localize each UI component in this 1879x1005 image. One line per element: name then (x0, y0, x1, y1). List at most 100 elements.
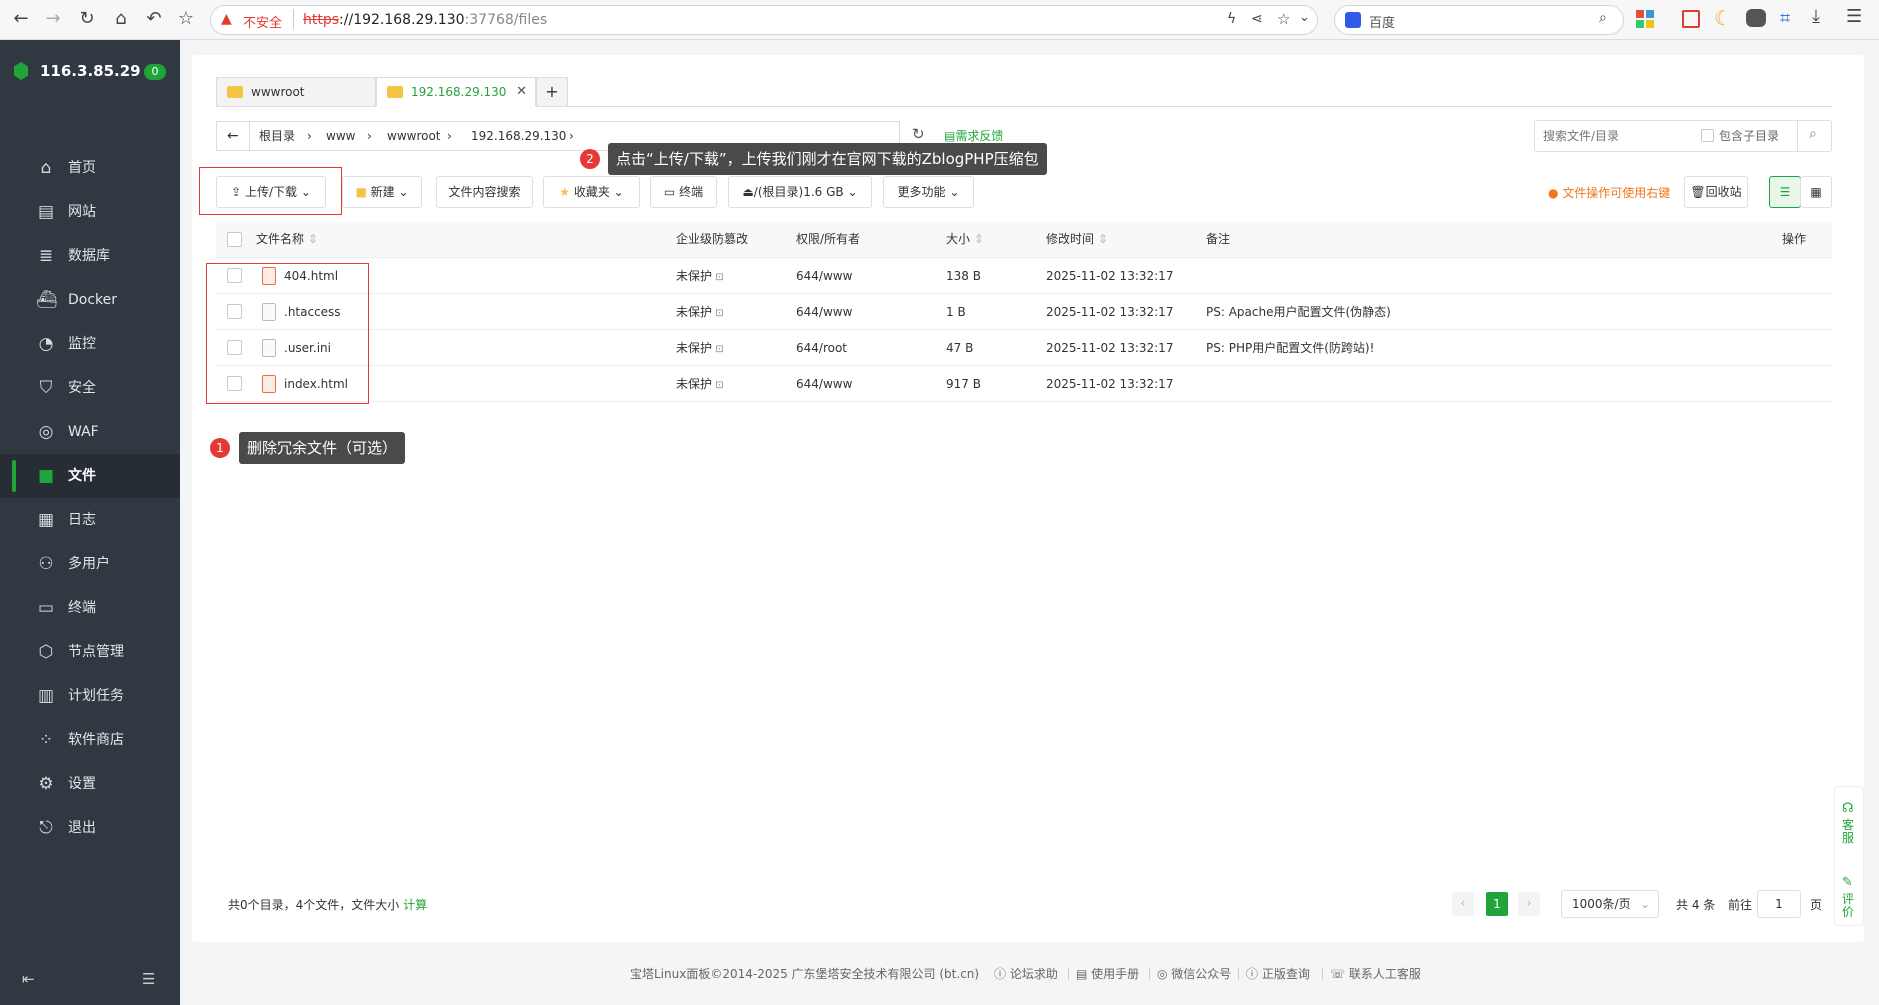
sidebar-item-5[interactable]: ◔ 监控 (0, 322, 180, 366)
header-mtime[interactable]: 修改时间 ⇕ (1046, 229, 1108, 249)
sidebar-item-14[interactable]: ⁘ 软件商店 (0, 718, 180, 762)
crumb-wwwroot[interactable]: wwwroot (387, 122, 441, 150)
crumb-root[interactable]: 根目录 (259, 122, 295, 150)
footer-link[interactable]: ☏ 联系人工客服 (1330, 965, 1421, 982)
recycle-bin-button[interactable]: 🗑回收站 (1684, 176, 1748, 208)
new-folder-icon: ■ (355, 185, 371, 199)
sidebar-item-1[interactable]: ⌂ 首页 (0, 146, 180, 190)
sidebar-item-11[interactable]: ▭ 终端 (0, 586, 180, 630)
flash-icon[interactable]: ϟ (1227, 11, 1236, 27)
footer-link[interactable]: ⓘ 正版查询 (1246, 965, 1310, 982)
reload-icon[interactable]: ↻ (76, 8, 98, 30)
wechat-icon: ◎ (1157, 967, 1172, 981)
back-arrow-icon[interactable]: ← (227, 122, 239, 150)
feedback-link[interactable]: ▤需求反馈 (944, 127, 1003, 144)
undo-close-icon[interactable]: ↶ (143, 8, 165, 30)
file-note[interactable]: PS: PHP用户配置文件(防跨站)! (1206, 330, 1374, 366)
sidebar-item-2[interactable]: ▤ 网站 (0, 190, 180, 234)
share-icon[interactable]: ⋖ (1251, 11, 1263, 27)
terminal-button[interactable]: ▭ 终端 (650, 176, 717, 208)
protect-status[interactable]: 未保护 ⊡ (676, 294, 724, 330)
sidebar-item-6[interactable]: ⛉ 安全 (0, 366, 180, 410)
prev-page-icon[interactable]: ‹ (1452, 892, 1474, 916)
calc-size-link[interactable]: 计算 (403, 898, 427, 912)
protect-status[interactable]: 未保护 ⊡ (676, 258, 724, 294)
crumb-current[interactable]: 192.168.29.130 (471, 122, 566, 150)
table-row[interactable]: .htaccess 未保护 ⊡ 644/www 1 B 2025-11-02 13:32… (216, 294, 1832, 330)
collapse-icon[interactable]: ⇤ (22, 970, 35, 988)
menu-icon[interactable]: ☰ (1846, 6, 1862, 27)
footer-link[interactable]: ◎ 微信公众号 (1157, 965, 1231, 982)
sidebar-item-12[interactable]: ⬡ 节点管理 (0, 630, 180, 674)
back-icon[interactable]: ← (10, 8, 32, 30)
disk-button[interactable]: ⏏/(根目录)1.6 GB ⌄ (728, 176, 872, 208)
table-row[interactable]: index.html 未保护 ⊡ 644/www 917 B 2025-11-02 13… (216, 366, 1832, 402)
chevron-down-icon[interactable]: ⌄ (1299, 10, 1310, 25)
download-icon[interactable]: ⤓ (1812, 6, 1820, 27)
forward-icon[interactable]: → (42, 8, 64, 30)
rate-link[interactable]: 评价 (1842, 893, 1856, 919)
alert-count-badge[interactable]: 0 (144, 64, 166, 80)
grid-view-toggle[interactable]: ▦ (1800, 176, 1832, 208)
sidebar-item-8[interactable]: ■ 文件 (0, 454, 180, 498)
list-view-toggle[interactable]: ☰ (1769, 176, 1801, 208)
table-header (216, 222, 1832, 258)
list-toggle-icon[interactable]: ☰ (142, 970, 155, 988)
page-number-current[interactable]: 1 (1486, 892, 1508, 916)
sidebar-item-13[interactable]: ▥ 计划任务 (0, 674, 180, 718)
file-permission[interactable]: 644/root (796, 330, 847, 366)
per-page-select[interactable]: 1000条/页 ⌄ (1561, 890, 1659, 918)
table-row[interactable]: .user.ini 未保护 ⊡ 644/root 47 B 2025-11-02 13:… (216, 330, 1832, 366)
new-button[interactable]: ■ 新建 ⌄ (342, 176, 422, 208)
tab-wwwroot[interactable]: wwwroot (216, 77, 376, 107)
sidebar-item-7[interactable]: ◎ WAF (0, 410, 180, 454)
sidebar-item-10[interactable]: ⚇ 多用户 (0, 542, 180, 586)
browser-search-box[interactable]: 百度 ⌕ (1334, 5, 1624, 35)
sidebar-item-16[interactable]: ⎋ 退出 (0, 806, 180, 850)
favorites-button[interactable]: ★ 收藏夹 ⌄ (543, 176, 640, 208)
moon-icon[interactable]: ☾ (1714, 6, 1732, 30)
content-search-button[interactable]: 文件内容搜索 (436, 176, 533, 208)
chevron-down-icon: ⌄ (613, 185, 624, 199)
footer-link[interactable]: ⓘ 论坛求助 (994, 965, 1058, 982)
goto-page-input[interactable]: 1 (1757, 890, 1801, 918)
more-functions-button[interactable]: 更多功能 ⌄ (883, 176, 974, 208)
protect-status[interactable]: 未保护 ⊡ (676, 366, 724, 402)
select-all-checkbox[interactable] (227, 232, 242, 247)
header-size[interactable]: 大小 ⇕ (946, 229, 984, 249)
pdf-icon[interactable] (1682, 10, 1700, 28)
tab-label: 192.168.29.130 (411, 85, 507, 99)
header-name[interactable]: 文件名称 ⇕ (256, 229, 318, 249)
protect-status[interactable]: 未保护 ⊡ (676, 330, 724, 366)
include-subdir-checkbox[interactable] (1701, 129, 1714, 142)
crumb-www[interactable]: www (326, 122, 355, 150)
sidebar-item-3[interactable]: ≣ 数据库 (0, 234, 180, 278)
file-note[interactable]: PS: Apache用户配置文件(伪静态) (1206, 294, 1391, 330)
home-page-icon[interactable]: ⌂ (110, 8, 132, 30)
add-tab-button[interactable]: + (536, 77, 568, 107)
file-permission[interactable]: 644/www (796, 258, 852, 294)
footer-link[interactable]: ▤ 使用手册 (1076, 965, 1139, 982)
table-row[interactable]: 404.html 未保护 ⊡ 644/www 138 B 2025-11-02 13:3… (216, 258, 1832, 294)
next-page-icon[interactable]: › (1518, 892, 1540, 916)
sidebar: 116.3.85.29 0 ⌂ 首页 ▤ 网站 ≣ 数据库 ⛴ Docker ◔ 监控 ⛉ 安全 ◎ WA… (0, 40, 180, 1005)
favorite-icon[interactable]: ☆ (1277, 10, 1290, 28)
crop-icon[interactable]: ⌗ (1780, 8, 1790, 29)
refresh-icon[interactable]: ↻ (912, 125, 925, 143)
customer-service-link[interactable]: 客服 (1842, 819, 1856, 845)
protect-label: 未保护 (676, 341, 713, 355)
address-bar[interactable]: ▲ 不安全 https://192.168.29.130:37768/files… (210, 5, 1318, 35)
robot-icon[interactable] (1746, 9, 1766, 27)
file-permission[interactable]: 644/www (796, 366, 852, 402)
tab-current-folder[interactable]: 192.168.29.130 ✕ (376, 77, 536, 107)
close-tab-icon[interactable]: ✕ (516, 78, 527, 106)
sidebar-item-15[interactable]: ⚙ 设置 (0, 762, 180, 806)
search-input[interactable] (1543, 127, 1693, 145)
file-permission[interactable]: 644/www (796, 294, 852, 330)
search-icon[interactable]: ⌕ (1599, 10, 1607, 26)
sidebar-item-9[interactable]: ▦ 日志 (0, 498, 180, 542)
search-icon[interactable]: ⌕ (1809, 126, 1817, 142)
apps-icon[interactable] (1636, 10, 1654, 28)
bookmark-star-icon[interactable]: ☆ (175, 8, 197, 30)
sidebar-item-4[interactable]: ⛴ Docker (0, 278, 180, 322)
